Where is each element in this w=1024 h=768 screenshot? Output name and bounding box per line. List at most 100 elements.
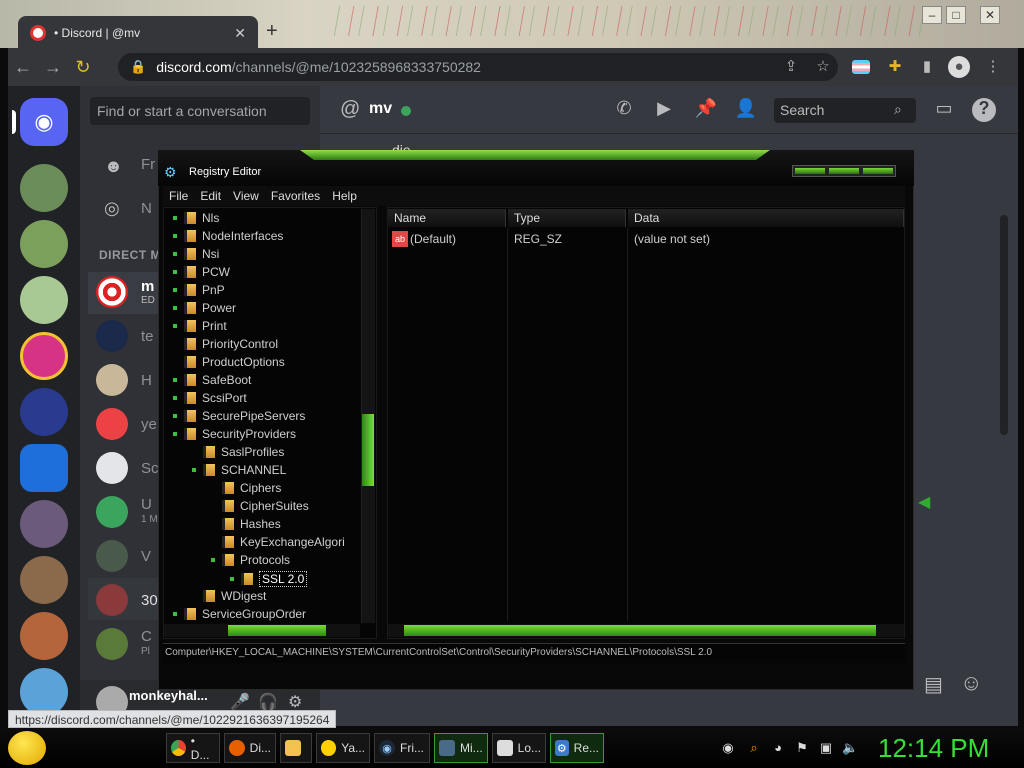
start-button-smiley-icon[interactable] [8,731,46,765]
search-tray-icon[interactable]: ⌕ [746,740,762,756]
tree-node[interactable]: SaslProfiles [192,445,284,459]
maximize-button[interactable]: □ [946,6,966,24]
tree-node[interactable]: Ciphers [211,481,281,495]
back-icon[interactable]: ← [8,57,38,78]
taskbar-item-explorer[interactable] [280,733,312,763]
chat-scrollbar[interactable] [1000,215,1008,435]
pin-icon[interactable]: 📌 [694,98,718,122]
server-icon[interactable] [20,276,68,324]
taskbar-item-mi[interactable]: Mi... [434,733,488,763]
dm-name[interactable]: ye [141,416,157,433]
close-window-button[interactable]: ✕ [980,6,1000,24]
col-data-header[interactable]: Data [628,209,904,227]
close-tab-icon[interactable]: ✕ [234,25,246,42]
list-hscroll-thumb[interactable] [404,625,876,636]
tree-node[interactable]: Protocols [211,553,290,567]
forward-icon[interactable]: → [38,57,68,78]
value-name[interactable]: (Default) [410,232,456,246]
tree-hscroll-thumb[interactable] [228,625,326,636]
tree-node[interactable]: CipherSuites [211,499,309,513]
tree-node[interactable]: Hashes [211,517,281,531]
menu-kebab-icon[interactable]: ⋮ [982,56,1004,78]
tree-node[interactable]: ProductOptions [173,355,285,369]
dm-name[interactable]: C [141,628,152,645]
tree-node[interactable]: SCHANNEL [192,463,286,477]
eye-tray-icon[interactable]: ◕ [770,740,786,756]
add-friend-icon[interactable]: 👤 [734,98,758,122]
col-name-header[interactable]: Name [388,209,506,227]
minimize-button[interactable]: – [922,6,942,24]
share-icon[interactable]: ⇪ [780,56,802,78]
menu-favorites[interactable]: Favorites [265,189,326,203]
tree-node-selected[interactable]: SSL 2.0 [230,571,308,587]
friends-label[interactable]: Fr [141,156,155,173]
col-type-header[interactable]: Type [508,209,626,227]
tree-node[interactable]: Nls [173,211,219,225]
menu-edit[interactable]: Edit [194,189,227,203]
server-icon[interactable] [20,444,68,492]
volume-tray-icon[interactable]: 🔈 [842,740,858,756]
settings-gear-icon[interactable]: ⚙ [288,692,302,712]
taskbar-item-chrome[interactable]: • D... [166,733,220,763]
dm-name[interactable]: Sc [141,460,159,477]
avatar[interactable] [96,452,128,484]
mute-icon[interactable]: 🎤 [230,692,250,712]
menu-view[interactable]: View [227,189,265,203]
nitro-label[interactable]: N [141,200,152,217]
inbox-icon[interactable]: ▭ [932,98,956,122]
group-avatar[interactable] [96,496,128,528]
tree-node[interactable]: WDigest [192,589,266,603]
tree-node[interactable]: NodeInterfaces [173,229,283,243]
taskbar-clock[interactable]: 12:14 PM [878,733,989,764]
taskbar-item-firefox[interactable]: Di... [224,733,276,763]
discord-home-icon[interactable]: ◉ [20,98,68,146]
dm-name[interactable]: V [141,548,151,565]
flag-tray-icon[interactable]: ⚑ [794,740,810,756]
server-icon[interactable] [20,220,68,268]
taskbar-item-notepad[interactable]: Lo... [492,733,546,763]
window-controls[interactable] [792,165,896,177]
server-icon[interactable] [20,612,68,660]
headset-icon[interactable]: 🎧 [258,692,278,712]
sidepanel-icon[interactable]: ▮ [916,56,938,78]
tree-node[interactable]: Power [173,301,236,315]
extension-flag-icon[interactable] [852,60,870,74]
avatar[interactable] [96,320,128,352]
tree-node[interactable]: Print [173,319,227,333]
reload-icon[interactable]: ↻ [68,57,98,78]
avatar[interactable] [96,540,128,572]
dm-name[interactable]: te [141,328,154,345]
server-icon[interactable] [20,332,68,380]
tree-node[interactable]: SecurePipeServers [173,409,305,423]
bookmark-star-icon[interactable]: ☆ [812,56,834,78]
avatar[interactable] [96,628,128,660]
tree-node[interactable]: ServiceGroupOrder [173,607,306,621]
tree-node[interactable]: SecurityProviders [173,427,296,441]
browser-tab[interactable]: • Discord | @mv ✕ [18,16,258,50]
menu-file[interactable]: File [163,189,194,203]
tree-scroll-thumb[interactable] [362,414,374,486]
server-icon[interactable] [20,668,68,716]
tree-node[interactable]: Nsi [173,247,219,261]
profile-avatar-icon[interactable]: ● [948,56,970,78]
tree-node[interactable]: SafeBoot [173,373,251,387]
steam-tray-icon[interactable]: ◉ [720,740,736,756]
url-bar[interactable]: 🔒 discord.com/channels/@me/1023258968333… [118,53,838,81]
server-icon[interactable] [20,500,68,548]
network-tray-icon[interactable]: ▣ [818,740,834,756]
tree-node[interactable]: PCW [173,265,230,279]
taskbar-item-yahoo[interactable]: Ya... [316,733,370,763]
tree-node[interactable]: KeyExchangeAlgori [211,535,345,549]
tree-node[interactable]: PnP [173,283,225,297]
server-icon[interactable] [20,556,68,604]
menu-help[interactable]: Help [326,189,363,203]
help-icon[interactable]: ? [972,98,996,122]
taskbar-item-steam[interactable]: ◉ Fri... [374,733,430,763]
dm-name[interactable]: H [141,372,152,389]
tree-node[interactable]: PriorityControl [173,337,278,351]
extensions-puzzle-icon[interactable]: ✚ [884,56,906,78]
gif-icon[interactable]: ▤ [924,672,943,697]
dm-name[interactable]: U [141,496,152,513]
avatar[interactable] [96,364,128,396]
find-conversation-input[interactable]: Find or start a conversation [90,97,310,125]
